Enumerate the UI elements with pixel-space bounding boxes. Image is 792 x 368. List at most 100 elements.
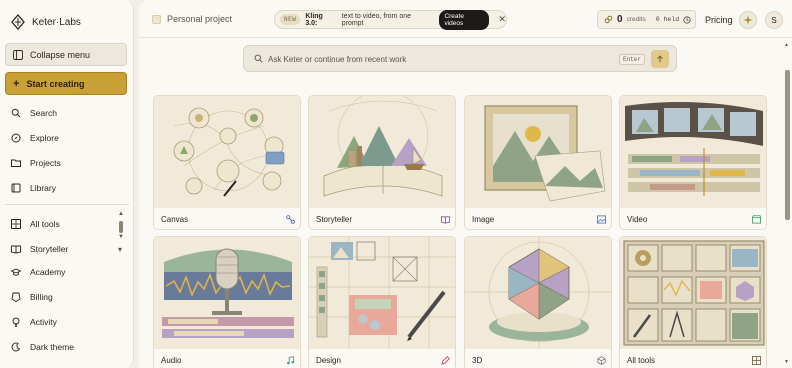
cap-icon — [11, 268, 21, 276]
new-badge: NEW — [280, 14, 301, 25]
nav-item-label: Library — [30, 183, 56, 193]
project-color-icon — [152, 14, 161, 24]
link-icon — [604, 15, 613, 24]
canvas-illustration — [154, 96, 300, 208]
nav-item-label: Explore — [30, 133, 59, 143]
project-name: Personal project — [167, 14, 233, 24]
credits-indicator[interactable]: 0 credits 0 held — [597, 10, 696, 29]
book-icon — [11, 183, 21, 193]
tool-card-label-row: Audio — [154, 349, 300, 368]
cube-icon — [597, 356, 606, 365]
prompt-bar: Enter — [243, 45, 677, 72]
tool-card-label-row: All tools — [620, 349, 766, 368]
nav-item-label: Academy — [30, 267, 66, 277]
tool-card-audio[interactable]: Audio — [153, 236, 301, 368]
tool-card-title: Audio — [161, 356, 182, 365]
tool-card-title: 3D — [472, 356, 483, 365]
image-illustration — [465, 96, 611, 208]
nav-item-billing[interactable]: Billing — [11, 289, 53, 305]
clapper-icon — [752, 215, 761, 224]
promo-title: Kling 3.0: — [305, 12, 323, 27]
nav-item-label: Projects — [30, 158, 61, 168]
search-icon — [11, 108, 21, 118]
send-button[interactable] — [651, 50, 669, 68]
start-creating-label: Start creating — [26, 78, 85, 89]
tool-card-label-row: Storyteller — [309, 208, 455, 229]
search-icon — [254, 54, 263, 63]
project-selector[interactable]: Personal project — [152, 14, 232, 24]
nav-item-all-tools[interactable]: All tools — [11, 216, 60, 232]
sparkle-icon — [743, 15, 753, 25]
tool-card-image[interactable]: Image — [464, 95, 612, 230]
arrow-up-icon — [657, 55, 663, 63]
nav-item-academy[interactable]: Academy — [11, 264, 65, 280]
enter-hint: Enter — [619, 54, 646, 65]
nav-item-label: Activity — [30, 317, 57, 327]
tool-card-canvas[interactable]: Canvas — [153, 95, 301, 230]
nav-item-label: Search — [30, 108, 57, 118]
close-icon[interactable]: ✕ — [498, 14, 506, 25]
scroll-down-icon[interactable]: ▼ — [118, 234, 124, 240]
sidebar: Keter·Labs Collapse menu + Start creatin… — [0, 0, 134, 368]
chevron-down-icon[interactable]: ▾ — [118, 245, 122, 254]
main-scrollbar-thumb[interactable] — [785, 70, 790, 220]
tool-card-label-row: Image — [465, 208, 611, 229]
scroll-up-icon[interactable]: ▲ — [118, 211, 124, 217]
design-illustration — [309, 237, 455, 349]
collapse-menu-label: Collapse menu — [30, 49, 91, 60]
plus-icon: + — [13, 77, 20, 90]
tool-card-title: Design — [316, 356, 341, 365]
nav-item-search[interactable]: Search — [11, 105, 57, 121]
folder-icon — [11, 159, 21, 167]
tool-card-3d[interactable]: 3D — [464, 236, 612, 368]
nav-item-label: Billing — [30, 292, 53, 302]
book-open-icon — [11, 245, 21, 254]
credits-held: 0 held — [655, 16, 680, 23]
nav-item-library[interactable]: Library — [11, 180, 56, 196]
promo-banner: NEW Kling 3.0: text to video, from one p… — [274, 9, 507, 30]
credits-count: 0 — [617, 14, 623, 25]
nav-item-dark-theme[interactable]: Dark theme — [11, 339, 74, 355]
nav-item-activity[interactable]: Activity — [11, 314, 57, 330]
ticket-icon — [11, 292, 21, 302]
sidebar-scrollbar[interactable] — [119, 221, 123, 233]
moon-icon — [11, 342, 21, 352]
nodes-icon — [286, 215, 295, 224]
prompt-input[interactable] — [268, 52, 588, 66]
start-creating-button[interactable]: + Start creating — [5, 72, 127, 95]
grid-icon — [11, 219, 21, 229]
scroll-down-icon[interactable]: ▼ — [784, 359, 789, 365]
storyteller-illustration — [309, 96, 455, 208]
sidebar-toggle-icon — [13, 49, 23, 60]
avatar[interactable]: S — [765, 11, 783, 29]
book-icon — [441, 216, 450, 224]
3d-illustration — [465, 237, 611, 349]
top-bar: Personal project NEW Kling 3.0: text to … — [139, 0, 792, 38]
tool-card-title: All tools — [627, 356, 656, 365]
sidebar-divider — [5, 204, 129, 205]
all-tools-illustration — [620, 237, 766, 349]
audio-illustration — [154, 237, 300, 349]
promo-text: text to video, from one prompt — [341, 12, 411, 27]
tool-card-label-row: Canvas — [154, 208, 300, 229]
create-videos-button[interactable]: Create videos — [439, 9, 490, 30]
compass-icon — [11, 133, 21, 143]
tool-card-title: Storyteller — [316, 215, 353, 224]
tool-card-storyteller[interactable]: Storyteller — [308, 95, 456, 230]
collapse-menu-button[interactable]: Collapse menu — [5, 43, 127, 66]
clock-icon — [683, 15, 691, 24]
main-scrollbar[interactable] — [785, 40, 790, 368]
settings-button[interactable] — [739, 11, 757, 29]
brand-logo[interactable]: Keter·Labs — [10, 14, 81, 30]
nav-item-explore[interactable]: Explore — [11, 130, 59, 146]
pricing-link[interactable]: Pricing — [705, 15, 733, 25]
tool-card-design[interactable]: Design — [308, 236, 456, 368]
nav-item-label: All tools — [30, 219, 60, 229]
tool-card-label-row: Design — [309, 349, 455, 368]
tool-card-label-row: 3D — [465, 349, 611, 368]
tool-card-all-tools[interactable]: All tools — [619, 236, 767, 368]
nav-item-storyteller[interactable]: Storyteller — [11, 241, 68, 257]
tool-card-video[interactable]: Video — [619, 95, 767, 230]
nav-item-projects[interactable]: Projects — [11, 155, 61, 171]
tool-card-title: Video — [627, 215, 648, 224]
